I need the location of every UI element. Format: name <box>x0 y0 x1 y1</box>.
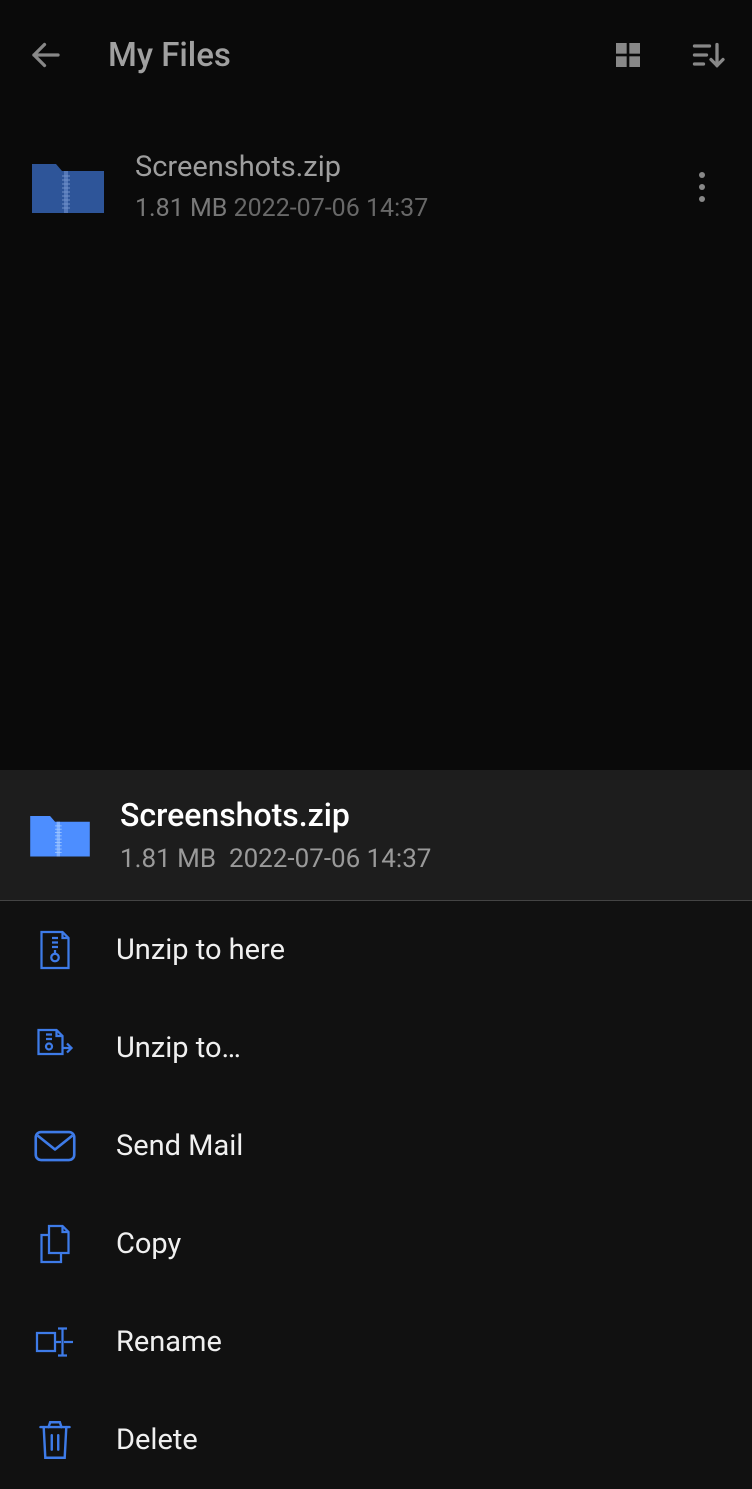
sort-button[interactable] <box>688 35 728 75</box>
menu-unzip-here[interactable]: Unzip to here <box>0 901 752 999</box>
grid-icon <box>612 39 644 71</box>
sheet-file-size: 1.81 MB <box>120 844 216 874</box>
file-size: 1.81 MB <box>135 194 227 223</box>
sort-icon <box>690 37 726 73</box>
more-button[interactable] <box>682 167 722 207</box>
back-button[interactable] <box>24 33 68 77</box>
sheet-info: Screenshots.zip 1.81 MB 2022-07-06 14:37 <box>120 796 722 874</box>
menu-label: Delete <box>116 1423 198 1457</box>
mail-icon <box>34 1125 76 1167</box>
menu-label: Copy <box>116 1227 181 1261</box>
menu-label: Unzip to… <box>116 1031 241 1065</box>
zip-folder-icon <box>30 810 90 860</box>
trash-icon <box>34 1419 76 1461</box>
sheet-file-meta: 1.81 MB 2022-07-06 14:37 <box>120 844 722 874</box>
file-list: Screenshots.zip 1.81 MB 2022-07-06 14:37 <box>0 110 752 243</box>
menu-label: Rename <box>116 1325 222 1359</box>
menu-send-mail[interactable]: Send Mail <box>0 1097 752 1195</box>
sheet-header: Screenshots.zip 1.81 MB 2022-07-06 14:37 <box>0 770 752 901</box>
menu-list: Unzip to here Unzip to… <box>0 901 752 1489</box>
app-header: My Files <box>0 0 752 110</box>
sheet-file-name: Screenshots.zip <box>120 796 722 834</box>
bottom-sheet: Screenshots.zip 1.81 MB 2022-07-06 14:37 <box>0 770 752 1489</box>
file-date: 2022-07-06 14:37 <box>234 194 429 223</box>
copy-icon <box>34 1223 76 1265</box>
file-info: Screenshots.zip 1.81 MB 2022-07-06 14:37 <box>135 150 652 223</box>
file-name: Screenshots.zip <box>135 150 652 184</box>
menu-rename[interactable]: Rename <box>0 1293 752 1391</box>
rename-icon <box>34 1321 76 1363</box>
menu-label: Send Mail <box>116 1129 243 1163</box>
menu-unzip-to[interactable]: Unzip to… <box>0 999 752 1097</box>
more-vert-icon <box>699 172 705 202</box>
file-meta: 1.81 MB 2022-07-06 14:37 <box>135 194 652 223</box>
arrow-back-icon <box>28 37 64 73</box>
sheet-file-date: 2022-07-06 14:37 <box>229 844 431 874</box>
menu-delete[interactable]: Delete <box>0 1391 752 1489</box>
page-title: My Files <box>108 36 568 75</box>
menu-label: Unzip to here <box>116 933 285 967</box>
menu-copy[interactable]: Copy <box>0 1195 752 1293</box>
file-item[interactable]: Screenshots.zip 1.81 MB 2022-07-06 14:37 <box>0 130 752 243</box>
zip-folder-icon <box>30 157 105 217</box>
unzip-to-icon <box>34 1027 76 1069</box>
unzip-here-icon <box>34 929 76 971</box>
grid-view-button[interactable] <box>608 35 648 75</box>
